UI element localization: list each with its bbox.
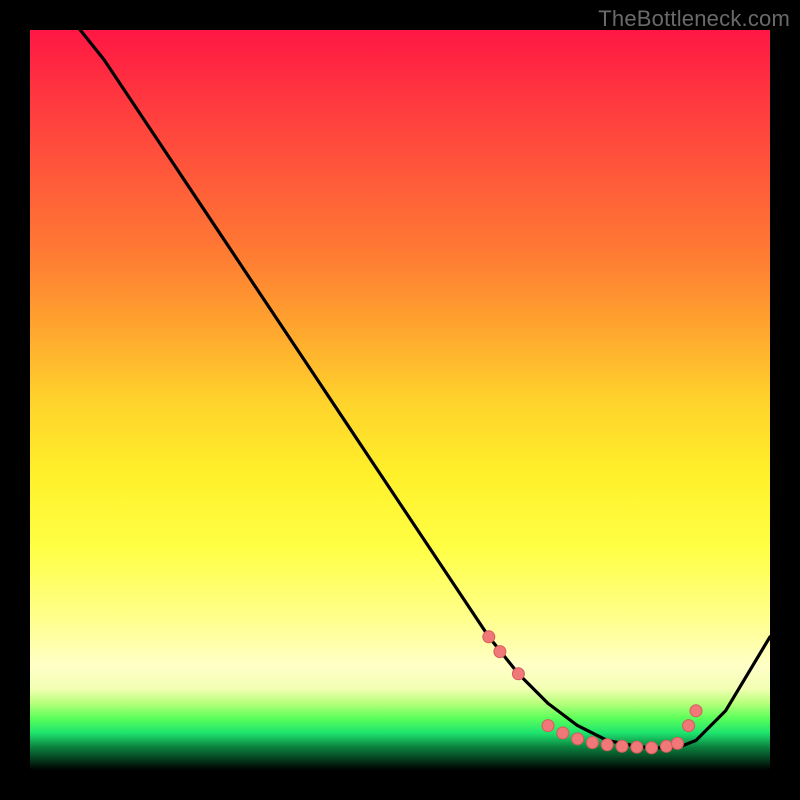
curve-marker bbox=[646, 742, 658, 754]
curve-markers bbox=[483, 631, 702, 754]
bottleneck-curve bbox=[30, 0, 770, 748]
curve-marker bbox=[660, 740, 672, 752]
curve-marker bbox=[512, 668, 524, 680]
curve-marker bbox=[586, 737, 598, 749]
curve-marker bbox=[494, 646, 506, 658]
curve-marker bbox=[631, 741, 643, 753]
curve-marker bbox=[601, 739, 613, 751]
curve-marker bbox=[690, 705, 702, 717]
chart-frame: TheBottleneck.com bbox=[0, 0, 800, 800]
curve-marker bbox=[672, 737, 684, 749]
curve-marker bbox=[542, 720, 554, 732]
curve-marker bbox=[683, 720, 695, 732]
plot-area bbox=[30, 30, 770, 770]
watermark-text: TheBottleneck.com bbox=[598, 6, 790, 32]
curve-marker bbox=[572, 733, 584, 745]
curve-marker bbox=[616, 740, 628, 752]
curve-marker bbox=[557, 727, 569, 739]
chart-svg bbox=[30, 30, 770, 770]
curve-marker bbox=[483, 631, 495, 643]
